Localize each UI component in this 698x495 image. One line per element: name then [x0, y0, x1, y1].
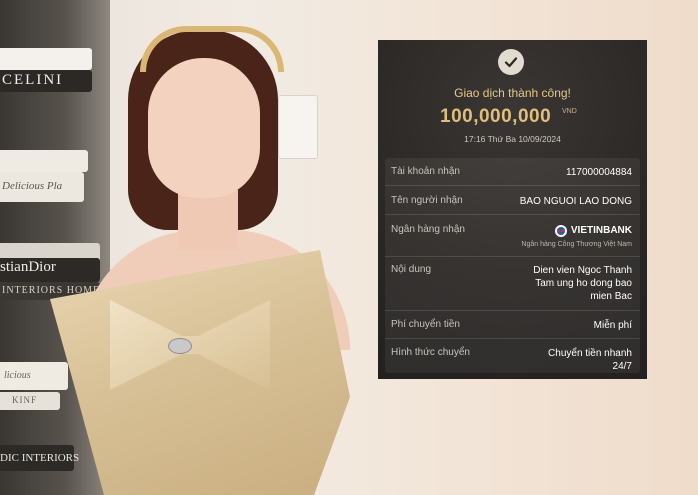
- person-face: [148, 58, 260, 198]
- bank-name: VIETINBANK: [570, 225, 632, 236]
- brooch: [168, 338, 192, 354]
- vietinbank-logo-icon: [554, 224, 567, 237]
- account-number: 117000004884: [566, 167, 632, 178]
- method-line: 24/7: [612, 361, 632, 372]
- row-label: Tên người nhận: [391, 195, 463, 206]
- fee-value: Miễn phí: [593, 320, 632, 331]
- book-title: licious: [4, 370, 31, 381]
- status-text: Giao dịch thành công!: [454, 86, 571, 100]
- headband: [140, 26, 284, 72]
- row-label: Nội dung: [391, 264, 432, 275]
- content-line: Dien vien Ngoc Thanh: [533, 265, 632, 276]
- row-label: Ngân hàng nhận: [391, 224, 465, 235]
- row-label: Tài khoản nhận: [391, 166, 460, 177]
- transaction-details: Tài khoản nhận 117000004884 Tên người nh…: [385, 158, 640, 373]
- transfer-amount: 100,000,000: [440, 106, 552, 127]
- light-switch: [278, 95, 318, 159]
- divider: [385, 338, 640, 339]
- book-title: stianDior: [0, 259, 56, 275]
- book-title: DIC INTERIORS: [0, 452, 80, 464]
- content-line: mien Bac: [590, 291, 632, 302]
- book: [0, 150, 88, 172]
- currency-label: VND: [562, 108, 577, 115]
- divider: [385, 214, 640, 215]
- row-label: Phí chuyển tiền: [391, 319, 460, 330]
- recipient-name: BAO NGUOI LAO DONG: [519, 196, 632, 207]
- person-neck: [178, 190, 238, 250]
- row-label: Hình thức chuyển: [391, 347, 470, 358]
- divider: [385, 185, 640, 186]
- book-title: Delicious Pla: [2, 180, 63, 192]
- book-title: KINF: [12, 395, 38, 405]
- divider: [385, 310, 640, 311]
- divider: [385, 256, 640, 257]
- content-line: Tam ung ho dong bao: [535, 278, 632, 289]
- method-line: Chuyển tiền nhanh: [548, 348, 632, 359]
- transfer-receipt: Giao dịch thành công! 100,000,000 VND 17…: [378, 40, 647, 379]
- checkmark-icon: [498, 49, 524, 75]
- book-title: CELINI: [2, 72, 64, 88]
- transaction-datetime: 17:16 Thứ Ba 10/09/2024: [464, 134, 561, 144]
- bank-full-name: Ngân hàng Công Thương Việt Nam: [521, 241, 632, 249]
- book: [0, 48, 92, 70]
